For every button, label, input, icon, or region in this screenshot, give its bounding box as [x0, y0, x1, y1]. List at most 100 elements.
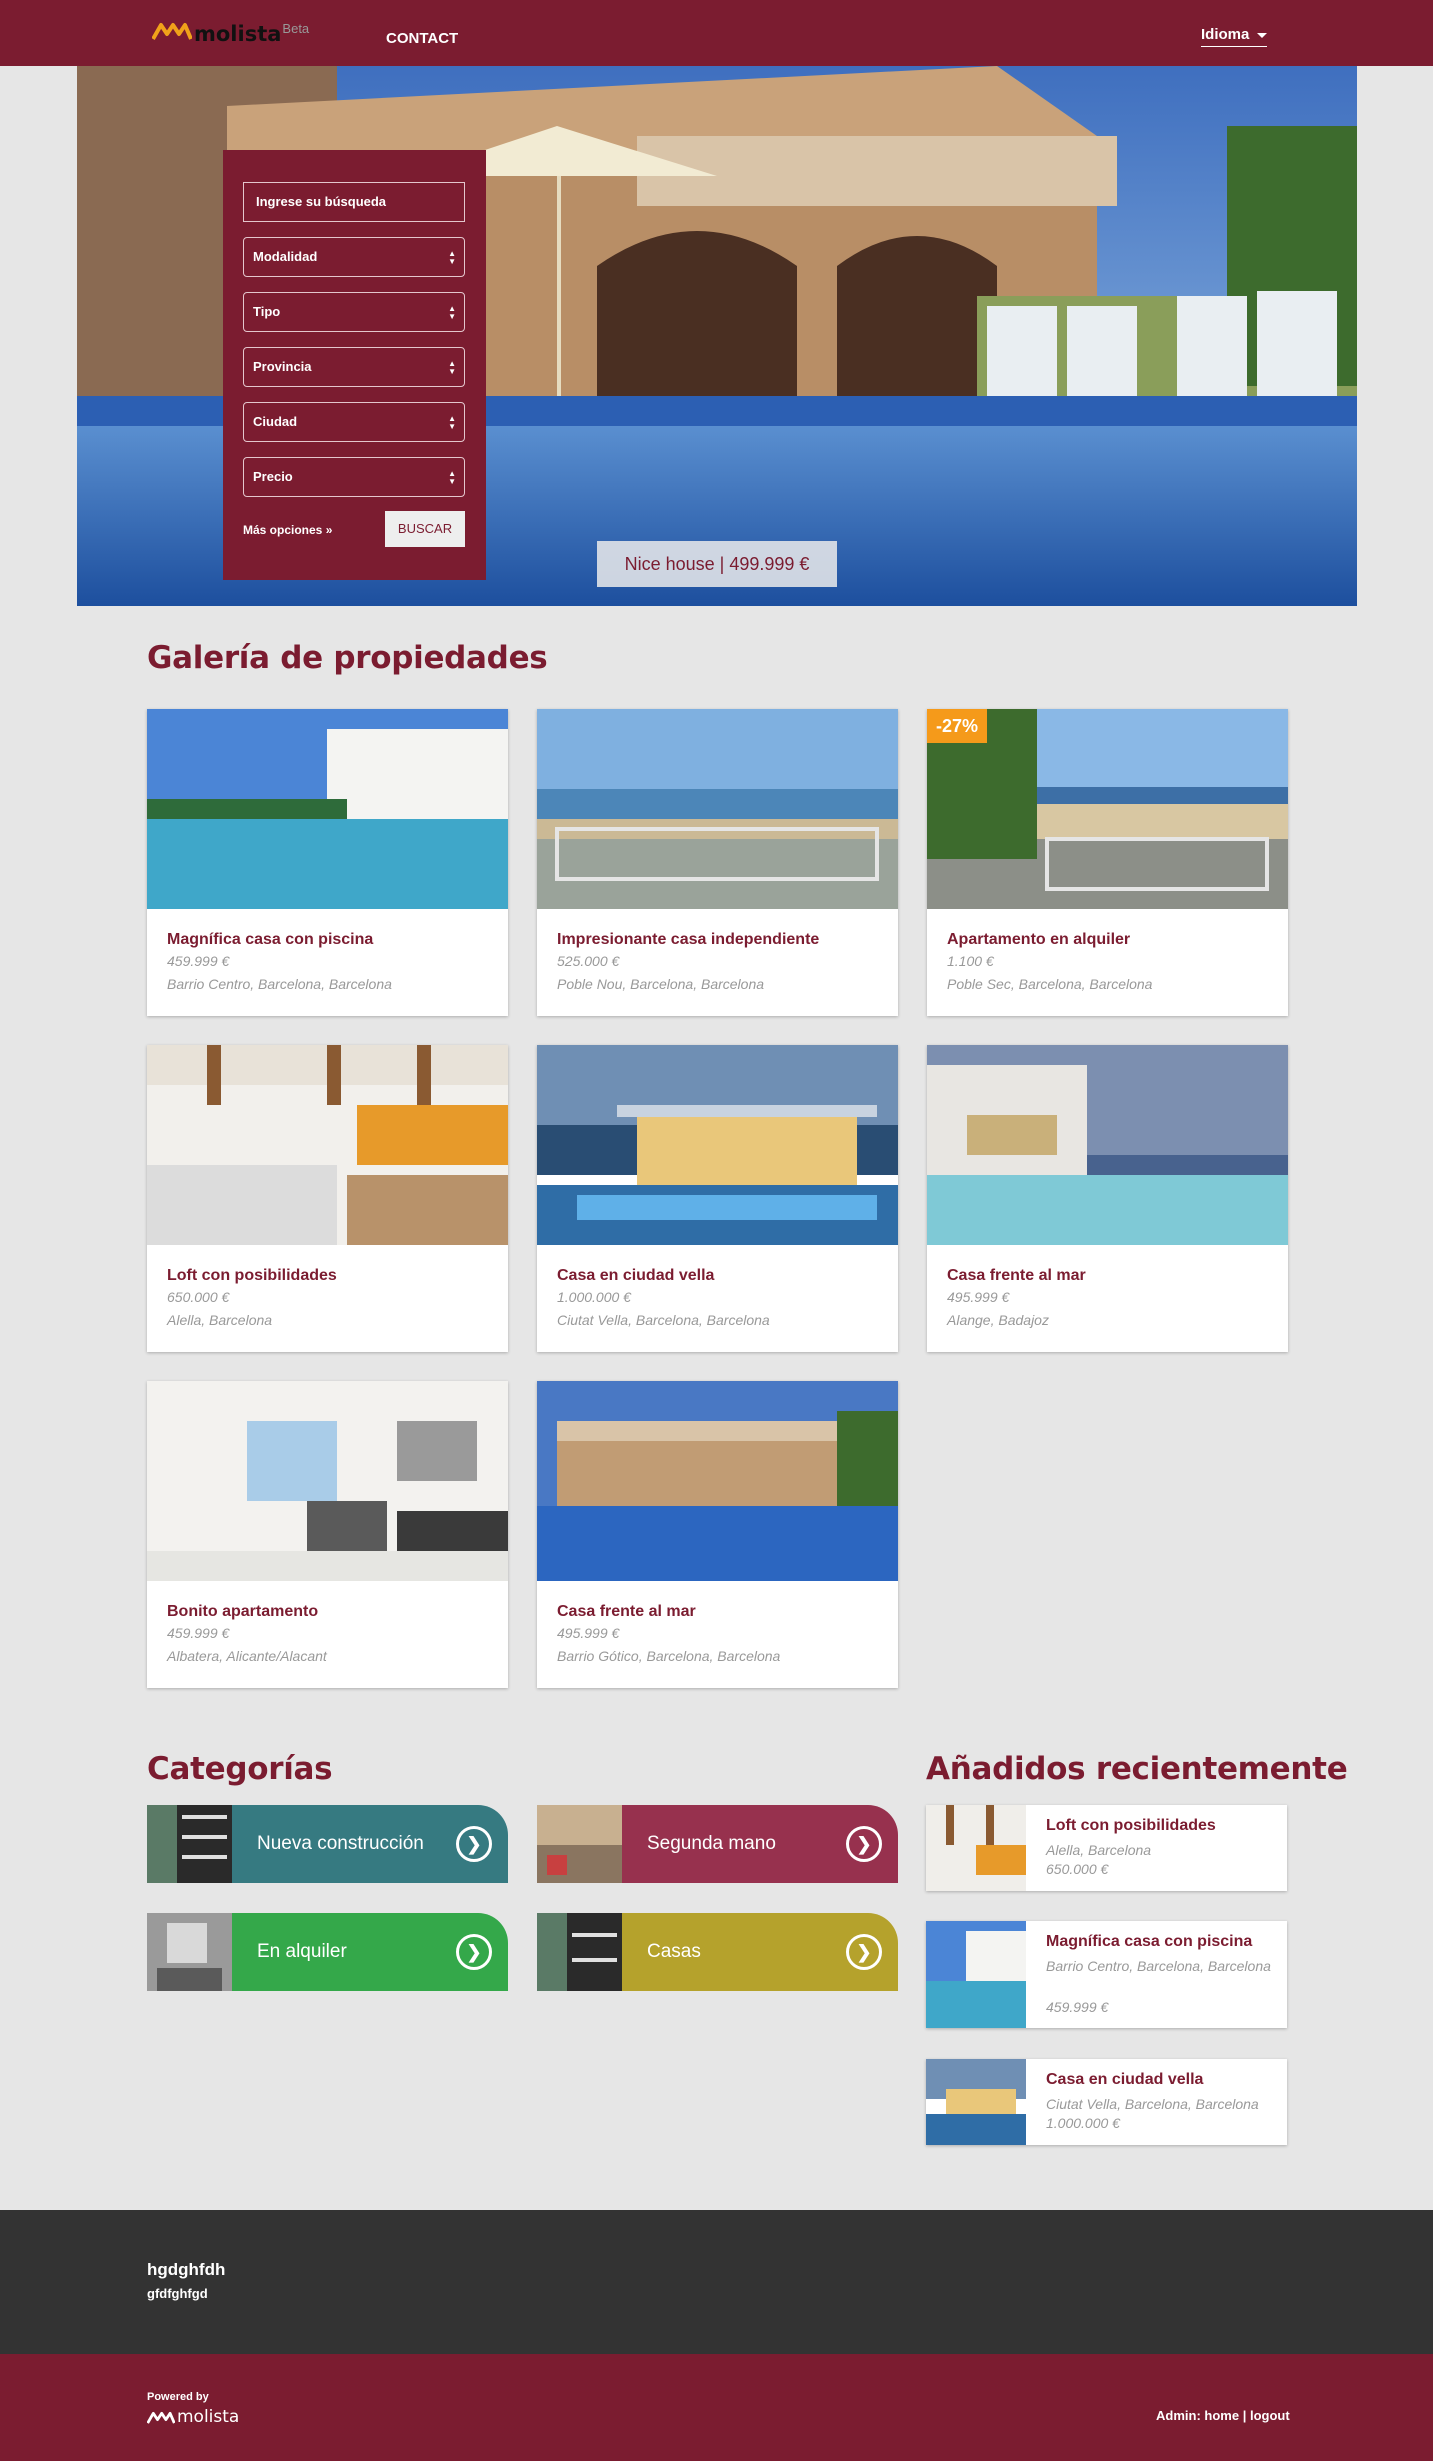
- recent-item-title: Magnífica casa con piscina: [1046, 1933, 1253, 1950]
- property-card[interactable]: -27% Apartamento en alquiler 1.100 € Pob…: [927, 709, 1288, 1016]
- arrow-right-icon: ❯: [456, 1934, 492, 1970]
- property-title: Casa en ciudad vella: [557, 1267, 715, 1284]
- arrow-right-icon: ❯: [846, 1934, 882, 1970]
- select-ciudad[interactable]: Ciudad ▲ ▼: [243, 402, 465, 442]
- property-card[interactable]: Casa frente al mar 495.999 € Alange, Bad…: [927, 1045, 1288, 1352]
- category-label: Nueva construcción: [257, 1833, 424, 1854]
- property-card[interactable]: Casa frente al mar 495.999 € Barrio Góti…: [537, 1381, 898, 1688]
- property-card[interactable]: Bonito apartamento 459.999 € Albatera, A…: [147, 1381, 508, 1688]
- brand-name: molista: [194, 22, 282, 46]
- admin-logout-link[interactable]: logout: [1250, 2408, 1290, 2423]
- powered-by-logo[interactable]: molista: [147, 2407, 239, 2427]
- property-image: [537, 1381, 898, 1581]
- select-tipo-label: Tipo: [253, 304, 281, 319]
- recent-item[interactable]: Casa en ciudad vella Ciutat Vella, Barce…: [926, 2059, 1287, 2145]
- property-title: Casa frente al mar: [947, 1267, 1086, 1284]
- property-price: 459.999 €: [167, 1625, 230, 1641]
- powered-brand-name: molista: [177, 2407, 240, 2427]
- arrow-right-icon: ❯: [846, 1826, 882, 1862]
- select-modalidad[interactable]: Modalidad ▲ ▼: [243, 237, 465, 277]
- property-title: Impresionante casa independiente: [557, 931, 820, 948]
- property-title: Casa frente al mar: [557, 1603, 696, 1620]
- recent-item-location: Alella, Barcelona: [1046, 1842, 1152, 1858]
- property-title: Apartamento en alquiler: [947, 931, 1131, 948]
- nav-contact-link[interactable]: CONTACT: [386, 30, 458, 47]
- property-title: Magnífica casa con piscina: [167, 931, 374, 948]
- footer-info: hgdghfdh gfdfghfgd: [0, 2210, 1433, 2354]
- category-thumbnail: [537, 1805, 622, 1883]
- property-card[interactable]: Loft con posibilidades 650.000 € Alella,…: [147, 1045, 508, 1352]
- select-precio[interactable]: Precio ▲ ▼: [243, 457, 465, 497]
- logo-mark-icon: [147, 2411, 175, 2424]
- more-options-link[interactable]: Más opciones »: [243, 523, 332, 537]
- recent-item[interactable]: Loft con posibilidades Alella, Barcelona…: [926, 1805, 1287, 1891]
- category-casas[interactable]: Casas ❯: [537, 1913, 898, 1991]
- discount-badge: -27%: [927, 709, 987, 743]
- language-dropdown[interactable]: Idioma: [1201, 26, 1268, 47]
- hero-banner: Ingrese su búsqueda Modalidad ▲ ▼ Tipo ▲ ▼ P…: [77, 66, 1357, 606]
- search-button[interactable]: BUSCAR: [385, 511, 465, 547]
- recent-item-price: 459.999 €: [1046, 1999, 1109, 2015]
- property-location: Barrio Centro, Barcelona, Barcelona: [167, 976, 392, 992]
- hero-caption[interactable]: Nice house | 499.999 €: [597, 541, 837, 587]
- recent-title: Añadidos recientemente: [926, 1751, 1348, 1787]
- category-label: Segunda mano: [647, 1833, 776, 1854]
- property-card[interactable]: Casa en ciudad vella 1.000.000 € Ciutat …: [537, 1045, 898, 1352]
- property-location: Poble Nou, Barcelona, Barcelona: [557, 976, 765, 992]
- property-card[interactable]: Impresionante casa independiente 525.000…: [537, 709, 898, 1016]
- language-label: Idioma: [1201, 26, 1250, 43]
- property-price: 1.100 €: [947, 953, 994, 969]
- property-image: [537, 1045, 898, 1245]
- property-price: 459.999 €: [167, 953, 230, 969]
- category-thumbnail: [147, 1805, 232, 1883]
- select-ciudad-label: Ciudad: [253, 414, 298, 429]
- categories-title: Categorías: [147, 1751, 333, 1787]
- recent-item-location: Barrio Centro, Barcelona, Barcelona: [1046, 1958, 1271, 1974]
- property-location: Barrio Gótico, Barcelona, Barcelona: [557, 1648, 781, 1664]
- category-segunda-mano[interactable]: Segunda mano ❯: [537, 1805, 898, 1883]
- recent-thumbnail: [926, 1921, 1026, 2028]
- category-thumbnail: [537, 1913, 622, 1991]
- select-arrows-icon: ▲ ▼: [448, 414, 456, 431]
- category-en-alquiler[interactable]: En alquiler ❯: [147, 1913, 508, 1991]
- property-card[interactable]: Magnífica casa con piscina 459.999 € Bar…: [147, 709, 508, 1016]
- recent-item-price: 650.000 €: [1046, 1861, 1109, 1877]
- recent-item[interactable]: Magnífica casa con piscina Barrio Centro…: [926, 1921, 1287, 2028]
- logo-mark-icon: [152, 23, 192, 40]
- category-thumbnail: [147, 1913, 232, 1991]
- search-input[interactable]: Ingrese su búsqueda: [243, 182, 465, 222]
- top-navbar: molista Beta CONTACT Idioma: [0, 0, 1433, 66]
- property-image: [147, 1381, 508, 1581]
- select-provincia-label: Provincia: [253, 359, 312, 374]
- brand-logo[interactable]: molista Beta: [152, 21, 310, 46]
- admin-separator: |: [1242, 2408, 1247, 2423]
- select-arrows-icon: ▲ ▼: [448, 249, 456, 266]
- admin-home-link[interactable]: home: [1204, 2408, 1239, 2423]
- select-precio-label: Precio: [253, 469, 293, 484]
- recent-thumbnail: [926, 2059, 1026, 2145]
- select-provincia[interactable]: Provincia ▲ ▼: [243, 347, 465, 387]
- recent-item-title: Loft con posibilidades: [1046, 1817, 1216, 1834]
- select-tipo[interactable]: Tipo ▲ ▼: [243, 292, 465, 332]
- property-title: Bonito apartamento: [167, 1603, 319, 1620]
- admin-prefix: Admin:: [1156, 2408, 1201, 2423]
- select-arrows-icon: ▲ ▼: [448, 304, 456, 321]
- property-location: Poble Sec, Barcelona, Barcelona: [947, 976, 1153, 992]
- property-location: Albatera, Alicante/Alacant: [167, 1648, 327, 1664]
- property-location: Alange, Badajoz: [947, 1312, 1049, 1328]
- category-nueva-construccion[interactable]: Nueva construcción ❯: [147, 1805, 508, 1883]
- footer-title: hgdghfdh: [147, 2260, 226, 2279]
- property-price: 495.999 €: [947, 1289, 1010, 1305]
- property-location: Alella, Barcelona: [167, 1312, 273, 1328]
- recent-item-title: Casa en ciudad vella: [1046, 2071, 1204, 2088]
- footer-subtitle: gfdfghfgd: [147, 2286, 208, 2301]
- powered-by-label: Powered by: [147, 2391, 209, 2403]
- property-image: [537, 709, 898, 909]
- recent-item-location: Ciutat Vella, Barcelona, Barcelona: [1046, 2096, 1259, 2112]
- property-price: 495.999 €: [557, 1625, 620, 1641]
- property-image: [927, 1045, 1288, 1245]
- property-price: 525.000 €: [557, 953, 620, 969]
- property-price: 650.000 €: [167, 1289, 230, 1305]
- beta-badge: Beta: [282, 21, 310, 36]
- property-price: 1.000.000 €: [557, 1289, 631, 1305]
